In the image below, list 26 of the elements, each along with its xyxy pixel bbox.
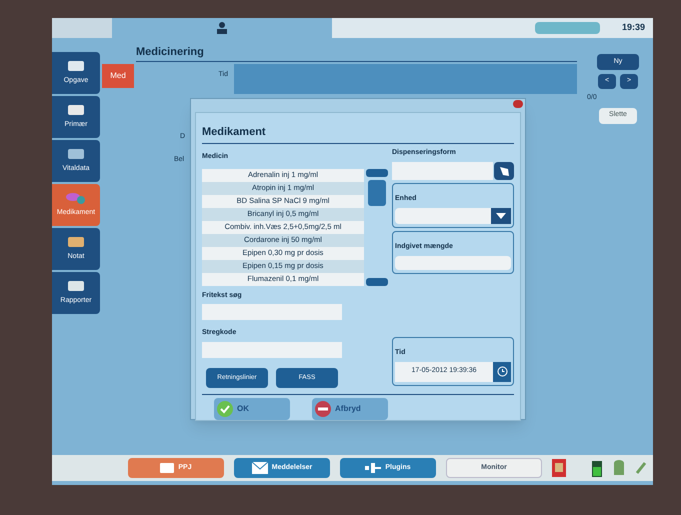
close-button[interactable] <box>513 100 523 108</box>
person-icon <box>217 22 227 34</box>
caret-icon <box>496 212 506 218</box>
clock-button[interactable] <box>493 362 511 382</box>
battery-icon <box>591 459 603 477</box>
clock-icon <box>496 366 508 377</box>
no-entry-icon <box>315 400 331 416</box>
database-icon <box>613 459 625 477</box>
page-title: Medicinering <box>136 45 204 60</box>
unit-dropdown[interactable] <box>395 208 511 224</box>
plug-icon <box>365 463 382 473</box>
input-field[interactable] <box>202 304 342 320</box>
tab[interactable]: Med <box>102 64 134 88</box>
input-field[interactable] <box>395 256 511 270</box>
logo-area <box>52 18 112 38</box>
device-icon <box>552 459 566 477</box>
scrollbar[interactable] <box>366 168 388 286</box>
hand-pointer-button[interactable] <box>494 162 514 180</box>
pills-icon <box>65 191 87 206</box>
clock: 19:39 <box>622 21 645 34</box>
input-field[interactable] <box>392 162 493 180</box>
checkmark-icon <box>217 400 233 416</box>
input-field[interactable] <box>202 342 342 358</box>
dialog-title: Medikament <box>202 126 266 138</box>
status-bar <box>534 22 600 34</box>
envelope-icon <box>252 462 268 474</box>
